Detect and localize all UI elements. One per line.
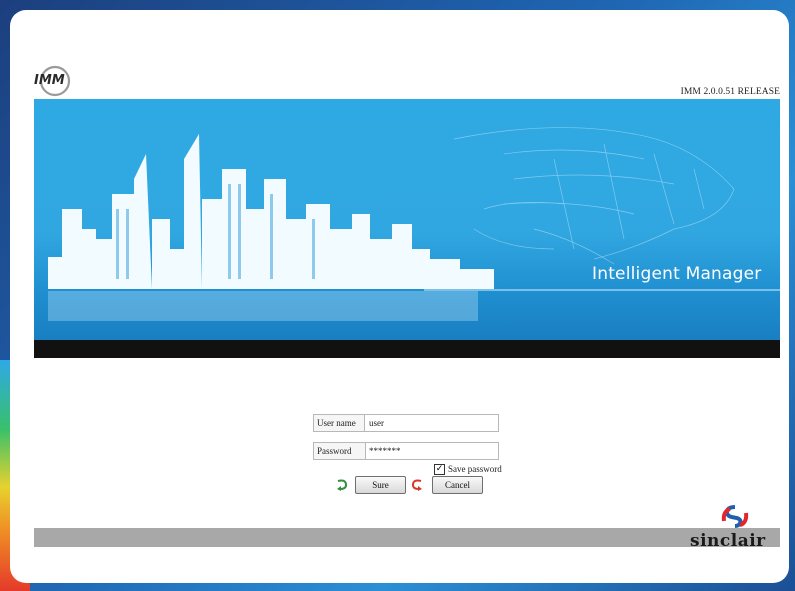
banner-black-bar xyxy=(34,340,780,358)
username-field[interactable]: User name user xyxy=(313,414,499,432)
city-skyline-graphic xyxy=(48,127,780,321)
banner-title: Intelligent Manager xyxy=(592,264,762,284)
password-label: Password xyxy=(314,443,366,459)
sinclair-s-logo-icon xyxy=(721,505,749,528)
password-input[interactable]: ******* xyxy=(369,443,401,459)
username-label: User name xyxy=(314,415,365,431)
svg-text:IMM: IMM xyxy=(34,73,65,88)
banner-image: Intelligent Manager xyxy=(34,99,780,340)
red-return-arrow-icon xyxy=(411,479,422,491)
username-input[interactable]: user xyxy=(369,415,384,431)
green-return-arrow-icon xyxy=(337,479,348,491)
password-field[interactable]: Password ******* xyxy=(313,442,499,460)
save-password-label: Save password xyxy=(448,464,502,474)
version-label: IMM 2.0.0.51 RELEASE xyxy=(680,87,780,97)
login-window: IMM IMM 2.0.0.51 RELEASE Intelligent Man… xyxy=(10,10,789,583)
imm-logo-icon: IMM xyxy=(34,65,71,97)
cancel-button[interactable]: Cancel xyxy=(432,476,483,494)
footer-bar xyxy=(34,528,780,547)
sinclair-brand-name: sinclair xyxy=(690,531,766,551)
save-password-checkbox[interactable]: ✓ xyxy=(434,464,445,475)
sure-button[interactable]: Sure xyxy=(355,476,406,494)
